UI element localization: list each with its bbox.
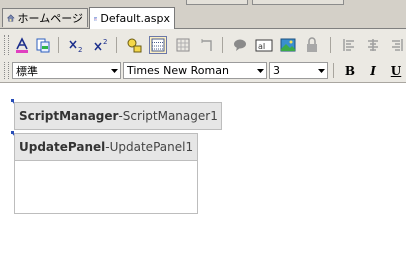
show-controls-button[interactable] bbox=[125, 36, 143, 54]
document-tab-bar: ホームページ Default.aspx bbox=[0, 6, 406, 29]
grid-icon bbox=[176, 38, 190, 52]
update-panel-control[interactable]: UpdatePanel - UpdatePanel1 bbox=[14, 133, 198, 214]
font-name-value: Times New Roman bbox=[127, 64, 229, 77]
font-color-button[interactable] bbox=[13, 36, 31, 54]
tab-label: Default.aspx bbox=[100, 12, 170, 25]
chevron-down-icon[interactable] bbox=[254, 63, 266, 78]
toolbar-separator bbox=[333, 63, 334, 78]
insert-image-button[interactable] bbox=[279, 36, 297, 54]
home-icon bbox=[7, 14, 15, 22]
lock-icon bbox=[307, 37, 317, 52]
toolbar-separator bbox=[222, 37, 223, 53]
font-color-icon bbox=[16, 37, 28, 53]
svg-text:aI: aI bbox=[258, 42, 265, 51]
image-icon bbox=[280, 38, 296, 52]
formatting-toolbar: 2 2 aI bbox=[0, 29, 406, 60]
tab-default-aspx[interactable]: Default.aspx bbox=[89, 7, 175, 29]
snap-icon bbox=[201, 39, 212, 51]
tab-homepage[interactable]: ホームページ bbox=[2, 8, 88, 27]
show-controls-icon bbox=[127, 38, 142, 53]
details-grid-icon bbox=[151, 38, 165, 52]
background-tab[interactable] bbox=[252, 0, 344, 5]
align-center-icon bbox=[368, 39, 378, 51]
design-surface[interactable]: ScriptManager - ScriptManager1 UpdatePan… bbox=[0, 83, 406, 280]
underline-button[interactable]: U bbox=[387, 62, 405, 79]
copy-format-button[interactable] bbox=[34, 36, 52, 54]
comment-icon bbox=[234, 39, 246, 51]
italic-button[interactable]: I bbox=[364, 62, 382, 79]
control-type: UpdatePanel bbox=[19, 140, 106, 154]
insert-textbox-button[interactable]: aI bbox=[255, 36, 273, 54]
align-right-button[interactable] bbox=[388, 36, 406, 54]
subscript-icon: 2 bbox=[69, 40, 82, 53]
toolbar-separator bbox=[116, 37, 117, 53]
control-id: UpdatePanel1 bbox=[109, 140, 194, 154]
superscript-button[interactable]: 2 bbox=[92, 36, 110, 54]
update-panel-content-area[interactable] bbox=[15, 161, 197, 214]
toolbar-grip[interactable] bbox=[4, 62, 9, 79]
svg-text:2: 2 bbox=[103, 38, 107, 46]
control-header: ScriptManager - ScriptManager1 bbox=[15, 103, 221, 130]
control-type: ScriptManager bbox=[19, 109, 119, 123]
aspx-page-icon bbox=[94, 16, 98, 21]
chevron-down-icon[interactable] bbox=[108, 63, 120, 78]
show-grid-button[interactable] bbox=[174, 36, 192, 54]
toolbar-grip[interactable] bbox=[4, 35, 9, 55]
font-size-value: 3 bbox=[273, 64, 280, 77]
block-format-value: 標準 bbox=[16, 64, 38, 78]
align-left-icon bbox=[343, 39, 354, 51]
align-left-button[interactable] bbox=[340, 36, 358, 54]
toolbar-separator bbox=[58, 37, 59, 53]
bold-button[interactable]: B bbox=[341, 62, 359, 79]
superscript-icon: 2 bbox=[94, 38, 107, 51]
lock-button[interactable] bbox=[303, 36, 321, 54]
control-header: UpdatePanel - UpdatePanel1 bbox=[15, 134, 197, 161]
control-id: ScriptManager1 bbox=[122, 109, 218, 123]
insert-comment-button[interactable] bbox=[231, 36, 249, 54]
font-name-select[interactable]: Times New Roman bbox=[123, 62, 267, 79]
block-format-select[interactable]: 標準 bbox=[12, 62, 121, 79]
align-center-button[interactable] bbox=[364, 36, 382, 54]
copy-format-icon bbox=[36, 38, 50, 53]
font-size-select[interactable]: 3 bbox=[269, 62, 328, 79]
textbox-icon: aI bbox=[255, 39, 273, 52]
background-tab[interactable] bbox=[186, 0, 248, 5]
svg-text:2: 2 bbox=[78, 46, 82, 53]
tab-label: ホームページ bbox=[17, 12, 83, 25]
chevron-down-icon[interactable] bbox=[315, 63, 327, 78]
align-right-icon bbox=[392, 39, 403, 51]
script-manager-control[interactable]: ScriptManager - ScriptManager1 bbox=[14, 102, 222, 130]
subscript-button[interactable]: 2 bbox=[67, 36, 85, 54]
text-format-toolbar: 標準 Times New Roman 3 B I U bbox=[0, 59, 406, 83]
snap-to-grid-button[interactable] bbox=[198, 36, 216, 54]
show-details-toggle[interactable] bbox=[149, 36, 167, 54]
toolbar-separator bbox=[330, 37, 331, 53]
